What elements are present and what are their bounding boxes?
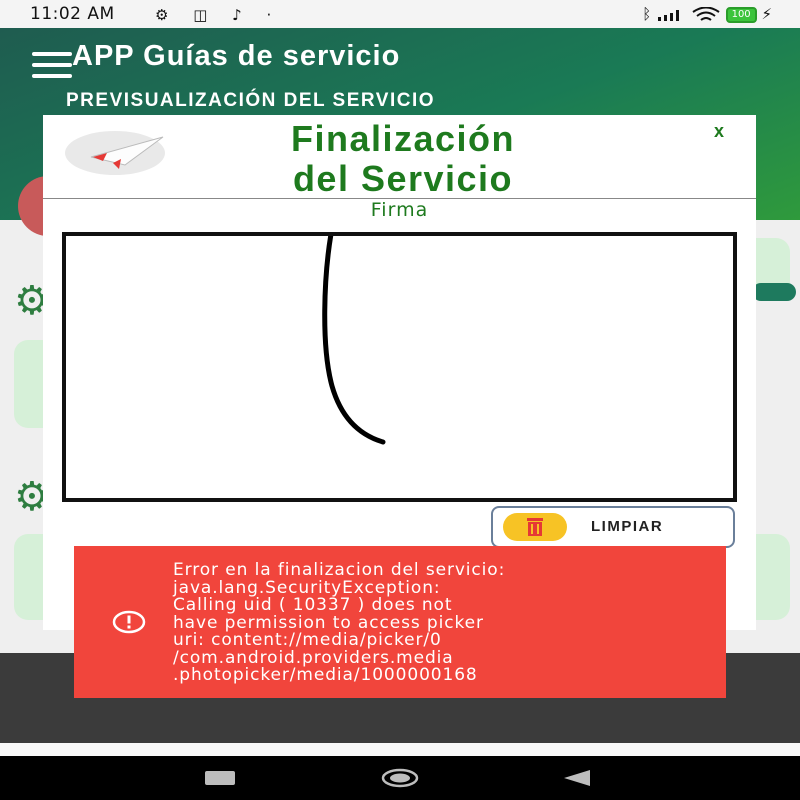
error-toast: Error en la finalizacion del servicio: j… <box>74 546 726 698</box>
close-button[interactable]: x <box>714 121 724 142</box>
recents-button[interactable] <box>205 771 235 785</box>
battery-icon: 100 <box>725 6 757 23</box>
app-title: APP Guías de servicio <box>72 40 401 72</box>
dialog-title: Finalización del Servicio <box>193 119 613 199</box>
status-bar: 11:02 AM ⚙ ◫ ♪ · ᛒ 100 ⚡ <box>0 0 800 28</box>
dialog-title-line1: Finalización <box>290 118 516 159</box>
signature-pad[interactable] <box>62 232 737 502</box>
error-message: Error en la finalizacion del servicio: j… <box>173 560 506 685</box>
signature-stroke <box>322 236 386 445</box>
clear-signature-button[interactable]: LIMPIAR <box>491 506 735 548</box>
status-badge <box>752 283 796 301</box>
bluetooth-icon: ᛒ <box>642 5 652 23</box>
signature-label: Firma <box>370 199 429 221</box>
trash-icon <box>503 513 567 541</box>
menu-icon[interactable] <box>32 52 72 78</box>
signal-icon <box>658 9 680 21</box>
wifi-icon <box>692 6 720 21</box>
charging-icon: ⚡ <box>761 5 772 23</box>
status-right-icons: ᛒ 100 ⚡ <box>642 5 772 23</box>
dialog-title-line2: del Servicio <box>292 158 514 199</box>
alert-circle-icon <box>112 610 146 634</box>
clear-button-label: LIMPIAR <box>591 518 664 535</box>
footer-strip <box>0 743 800 756</box>
back-button[interactable] <box>562 769 592 787</box>
system-nav-bar <box>0 756 800 800</box>
home-button[interactable] <box>381 768 419 788</box>
status-time: 11:02 AM <box>30 4 115 24</box>
status-notification-icons: ⚙ ◫ ♪ · <box>155 6 282 24</box>
page-subtitle: PREVISUALIZACIÓN DEL SERVICIO <box>66 90 436 111</box>
rocket-logo-icon <box>65 131 165 175</box>
